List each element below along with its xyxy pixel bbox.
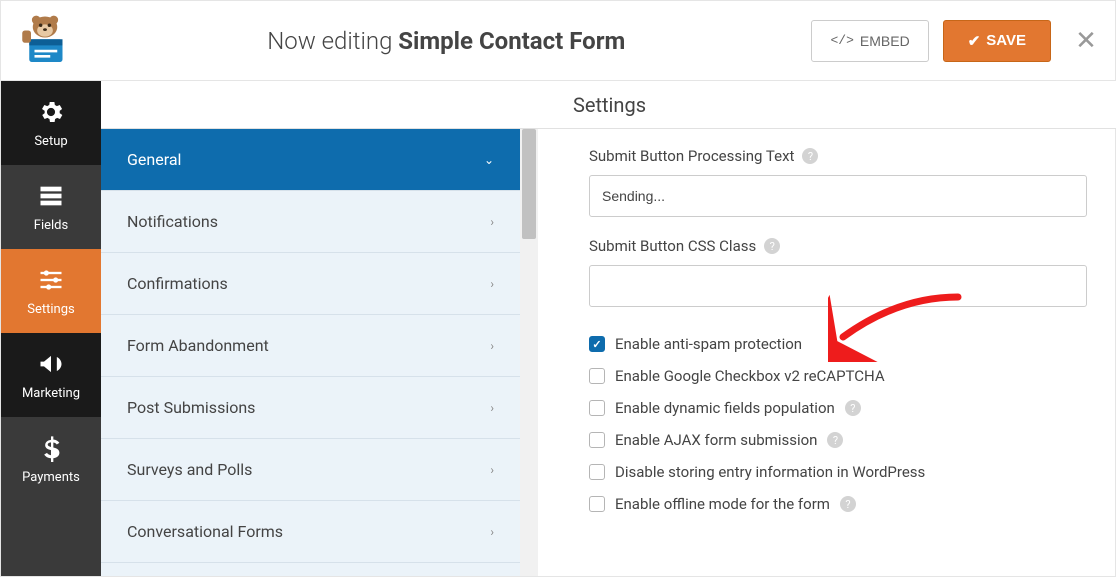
- help-icon[interactable]: ?: [845, 400, 861, 416]
- help-icon[interactable]: ?: [802, 148, 818, 164]
- sidebar-label-payments: Payments: [22, 470, 80, 485]
- check-label: Enable offline mode for the form: [615, 495, 830, 513]
- panel-title: Settings: [101, 81, 1116, 129]
- check-ajax[interactable]: Enable AJAX form submission ?: [589, 431, 1087, 449]
- check-label: Enable dynamic fields population: [615, 399, 835, 417]
- check-recaptcha[interactable]: Enable Google Checkbox v2 reCAPTCHA: [589, 367, 1087, 385]
- checkbox-icon[interactable]: [589, 464, 605, 480]
- sidebar-label-marketing: Marketing: [22, 386, 80, 401]
- check-label: Enable anti-spam protection: [615, 335, 802, 353]
- subitem-label: Post Submissions: [127, 398, 255, 417]
- subitem-label: Conversational Forms: [127, 522, 283, 541]
- icon-sidebar: Setup Fields Settings Marketing Payments: [1, 81, 101, 576]
- scrollbar-thumb[interactable]: [522, 129, 536, 239]
- css-class-input[interactable]: [589, 265, 1087, 307]
- scrollbar-track[interactable]: [520, 129, 538, 576]
- close-button[interactable]: ✕: [1069, 26, 1103, 56]
- check-anti-spam[interactable]: Enable anti-spam protection: [589, 335, 1087, 353]
- checkbox-icon[interactable]: [589, 432, 605, 448]
- sidebar-item-fields[interactable]: Fields: [1, 165, 101, 249]
- sidebar-item-settings[interactable]: Settings: [1, 249, 101, 333]
- check-label: Disable storing entry information in Wor…: [615, 463, 925, 481]
- sidebar-item-payments[interactable]: Payments: [1, 417, 101, 501]
- check-label: Enable AJAX form submission: [615, 431, 817, 449]
- help-icon[interactable]: ?: [840, 496, 856, 512]
- check-offline[interactable]: Enable offline mode for the form ?: [589, 495, 1087, 513]
- embed-icon: </>: [830, 33, 853, 48]
- chevron-right-icon: ›: [490, 463, 494, 477]
- sidebar-label-settings: Settings: [27, 302, 74, 317]
- settings-subpanel: Settings General ⌄ Notifications › Confi…: [101, 81, 521, 576]
- chevron-right-icon: ›: [490, 401, 494, 415]
- chevron-right-icon: ›: [490, 277, 494, 291]
- chevron-right-icon: ›: [490, 339, 494, 353]
- chevron-down-icon: ⌄: [484, 153, 494, 167]
- subitem-label: Form Abandonment: [127, 336, 269, 355]
- processing-text-label: Submit Button Processing Text ?: [589, 147, 1087, 165]
- app-logo: [9, 9, 81, 73]
- fields-icon: [37, 182, 65, 210]
- processing-text-input[interactable]: [589, 175, 1087, 217]
- subitem-label: Surveys and Polls: [127, 460, 252, 479]
- chevron-right-icon: ›: [490, 525, 494, 539]
- sidebar-item-setup[interactable]: Setup: [1, 81, 101, 165]
- save-label: SAVE: [986, 32, 1026, 49]
- embed-button[interactable]: </> EMBED: [811, 20, 928, 62]
- checkbox-icon[interactable]: [589, 496, 605, 512]
- settings-content: Submit Button Processing Text ? Submit B…: [539, 129, 1115, 576]
- subitem-form-abandonment[interactable]: Form Abandonment ›: [101, 315, 520, 377]
- top-bar: Now editing Simple Contact Form </> EMBE…: [1, 1, 1115, 81]
- editing-title: Now editing Simple Contact Form: [81, 27, 811, 55]
- help-icon[interactable]: ?: [764, 238, 780, 254]
- save-button[interactable]: ✔ SAVE: [943, 20, 1051, 62]
- subitem-general[interactable]: General ⌄: [101, 129, 520, 191]
- check-icon: ✔: [968, 32, 981, 50]
- checkbox-icon[interactable]: [589, 400, 605, 416]
- subitem-post-submissions[interactable]: Post Submissions ›: [101, 377, 520, 439]
- sidebar-item-marketing[interactable]: Marketing: [1, 333, 101, 417]
- subitem-label: Notifications: [127, 212, 218, 231]
- checkbox-icon[interactable]: [589, 336, 605, 352]
- bullhorn-icon: [37, 350, 65, 378]
- dollar-icon: [37, 434, 65, 462]
- subitem-label: General: [127, 150, 181, 169]
- sidebar-label-fields: Fields: [34, 218, 68, 233]
- sidebar-label-setup: Setup: [34, 134, 67, 149]
- editing-prefix: Now editing: [267, 27, 398, 55]
- check-dynamic-fields[interactable]: Enable dynamic fields population ?: [589, 399, 1087, 417]
- subitem-surveys-polls[interactable]: Surveys and Polls ›: [101, 439, 520, 501]
- subitem-conversational-forms[interactable]: Conversational Forms ›: [101, 501, 520, 563]
- checkbox-icon[interactable]: [589, 368, 605, 384]
- gear-icon: [37, 98, 65, 126]
- check-disable-storing[interactable]: Disable storing entry information in Wor…: [589, 463, 1087, 481]
- subitem-label: Confirmations: [127, 274, 228, 293]
- subitem-confirmations[interactable]: Confirmations ›: [101, 253, 520, 315]
- embed-label: EMBED: [860, 33, 910, 49]
- sliders-icon: [37, 266, 65, 294]
- css-class-label: Submit Button CSS Class ?: [589, 237, 1087, 255]
- subitem-notifications[interactable]: Notifications ›: [101, 191, 520, 253]
- chevron-right-icon: ›: [490, 215, 494, 229]
- form-name: Simple Contact Form: [398, 27, 625, 55]
- help-icon[interactable]: ?: [827, 432, 843, 448]
- check-label: Enable Google Checkbox v2 reCAPTCHA: [615, 367, 885, 385]
